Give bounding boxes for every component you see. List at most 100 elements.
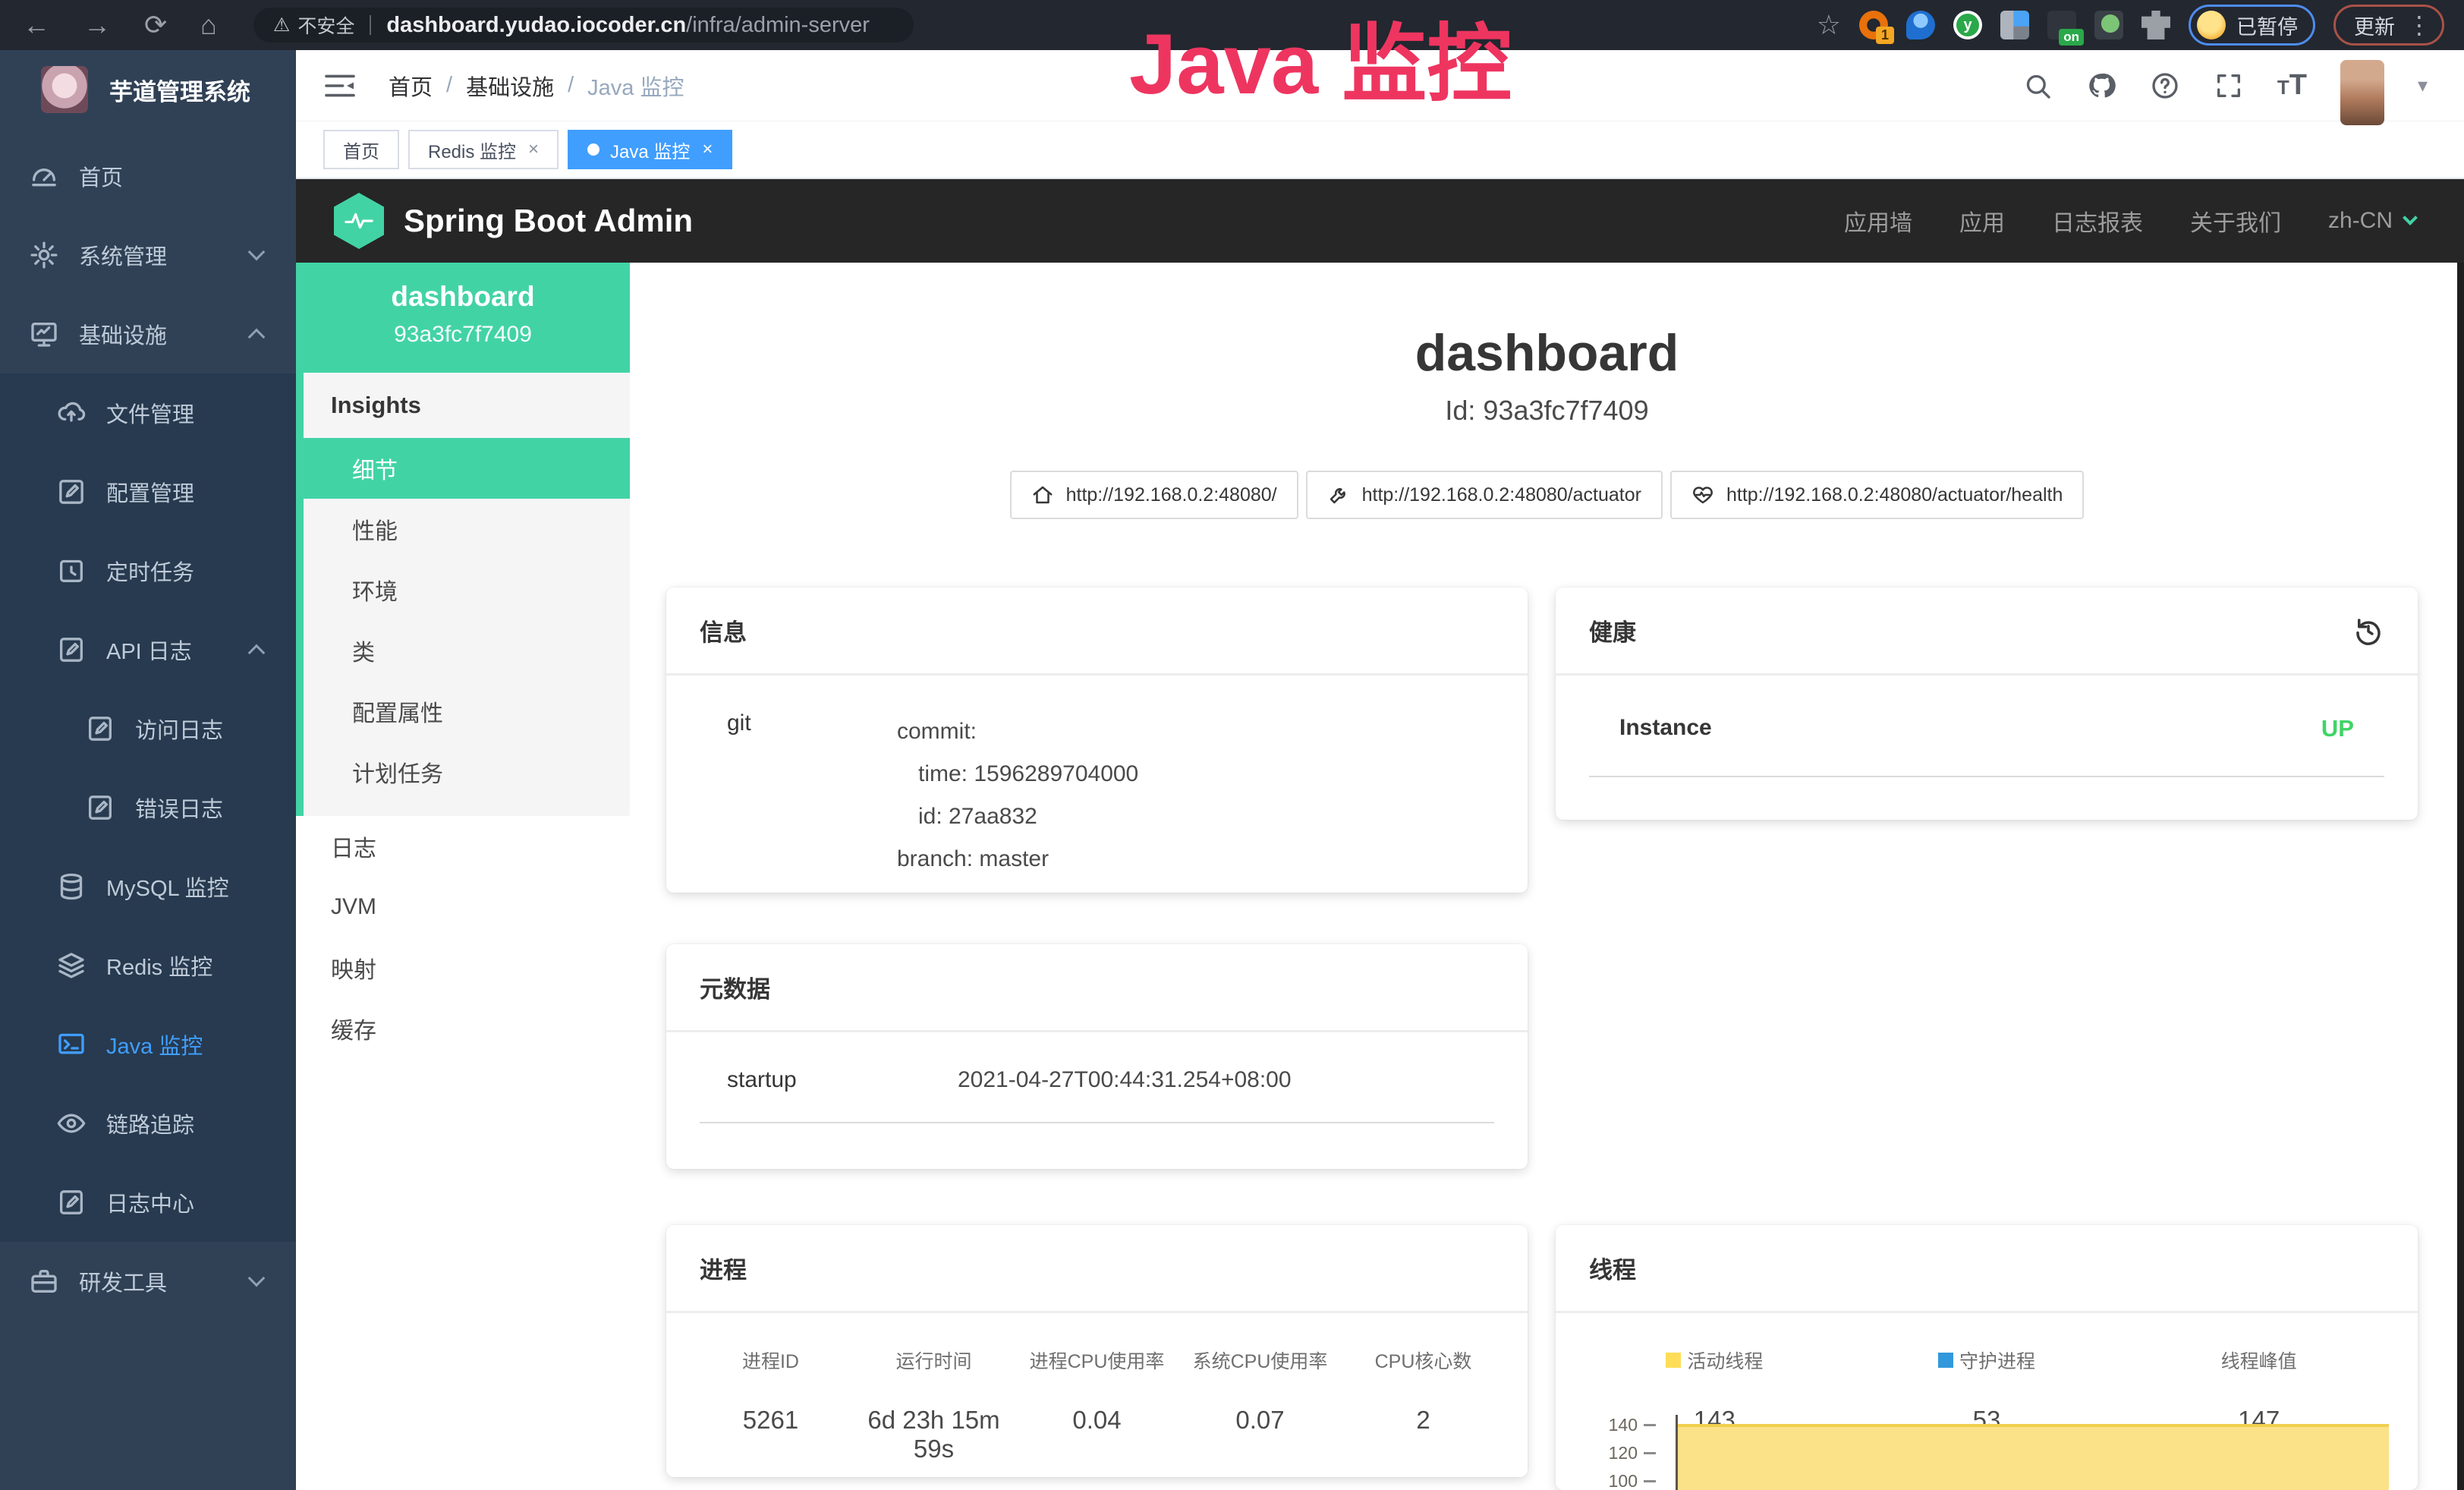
app-logo xyxy=(41,66,88,113)
tab-home[interactable]: 首页 xyxy=(323,130,399,169)
sidebar-collapse-icon[interactable] xyxy=(323,72,357,99)
sidebar-item-label: 定时任务 xyxy=(106,555,194,587)
log-edit-icon xyxy=(85,713,115,744)
sidebar-item-home[interactable]: 首页 xyxy=(0,137,296,216)
breadcrumb-home[interactable]: 首页 xyxy=(389,70,433,102)
menu-item-environment[interactable]: 环境 xyxy=(304,559,630,620)
service-url-link[interactable]: http://192.168.0.2:48080/ xyxy=(1010,471,1298,519)
sidebar-item-error-logs[interactable]: 错误日志 xyxy=(0,768,296,847)
address-bar[interactable]: ⚠ 不安全 dashboard.yudao.iocoder.cn /infra/… xyxy=(253,8,914,43)
link-label: http://192.168.0.2:48080/actuator/health xyxy=(1726,484,2063,506)
sidebar-item-config-management[interactable]: 配置管理 xyxy=(0,452,296,531)
menu-item-scheduled-tasks[interactable]: 计划任务 xyxy=(304,742,630,802)
menu-item-jvm[interactable]: JVM xyxy=(296,877,630,937)
menu-item-classes[interactable]: 类 xyxy=(304,620,630,681)
search-icon[interactable] xyxy=(2022,71,2053,101)
page-title: dashboard xyxy=(630,323,2464,383)
sidebar-item-scheduled-tasks[interactable]: 定时任务 xyxy=(0,531,296,610)
forward-icon[interactable]: → xyxy=(83,11,111,39)
history-icon[interactable] xyxy=(2352,615,2384,647)
sidebar-item-java-monitor[interactable]: Java 监控 xyxy=(0,1005,296,1084)
sidebar-item-log-center[interactable]: 日志中心 xyxy=(0,1163,296,1242)
paused-indicator[interactable]: 已暂停 xyxy=(2189,5,2315,46)
column-header: 进程CPU使用率 xyxy=(1015,1347,1179,1374)
nav-application-wall[interactable]: 应用墙 xyxy=(1844,204,1912,238)
extension-icon-leaf[interactable] xyxy=(2094,11,2123,39)
card-title: 元数据 xyxy=(700,970,770,1004)
sidebar-item-api-logs[interactable]: API 日志 xyxy=(0,610,296,689)
health-row-instance: Instance UP xyxy=(1589,676,2384,777)
font-size-icon[interactable]: TT xyxy=(2277,69,2307,102)
nav-journal[interactable]: 日志报表 xyxy=(2052,204,2143,238)
tab-label: Redis 监控 xyxy=(428,137,516,163)
help-icon[interactable] xyxy=(2150,71,2180,101)
sidebar-item-system[interactable]: 系统管理 xyxy=(0,216,296,295)
bookmark-star-icon[interactable]: ☆ xyxy=(1817,9,1841,41)
chrome-update-button[interactable]: 更新 ⋮ xyxy=(2333,5,2444,46)
menu-item-metrics[interactable]: 性能 xyxy=(304,499,630,559)
extension-icon-pin[interactable] xyxy=(1906,11,1935,39)
reload-icon[interactable]: ⟳ xyxy=(144,11,167,39)
sidebar-item-tracing[interactable]: 链路追踪 xyxy=(0,1084,296,1163)
live-threads-area-series xyxy=(1678,1424,2389,1490)
close-icon[interactable]: × xyxy=(528,139,539,160)
sidebar-item-redis-monitor[interactable]: Redis 监控 xyxy=(0,926,296,1005)
instance-header[interactable]: dashboard 93a3fc7f7409 xyxy=(296,263,630,373)
nav-applications[interactable]: 应用 xyxy=(1959,204,2005,238)
sidebar-item-mysql-monitor[interactable]: MySQL 监控 xyxy=(0,847,296,926)
log-edit-icon xyxy=(56,635,87,665)
font-size-small-glyph: T xyxy=(2277,76,2289,99)
spring-boot-admin-title[interactable]: Spring Boot Admin xyxy=(404,203,693,239)
extension-icon-green-circle[interactable]: y xyxy=(1953,11,1982,39)
breadcrumb-infrastructure[interactable]: 基础设施 xyxy=(466,70,554,102)
health-url-link[interactable]: http://192.168.0.2:48080/actuator/health xyxy=(1670,471,2084,519)
home-icon xyxy=(1031,484,1054,506)
menu-item-caches[interactable]: 缓存 xyxy=(296,998,630,1059)
menu-item-logs[interactable]: 日志 xyxy=(296,816,630,877)
menu-item-details[interactable]: 细节 xyxy=(304,438,630,499)
sidebar-item-file-management[interactable]: 文件管理 xyxy=(0,373,296,452)
sidebar-item-access-logs[interactable]: 访问日志 xyxy=(0,689,296,768)
extension-icon-switch[interactable]: on xyxy=(2047,11,2076,39)
url-path: /infra/admin-server xyxy=(686,13,870,38)
sidebar-item-label: 错误日志 xyxy=(135,792,223,824)
breadcrumb-separator: / xyxy=(446,73,452,98)
sidebar-item-label: 配置管理 xyxy=(106,476,194,508)
url-host: dashboard.yudao.iocoder.cn xyxy=(386,13,686,38)
nav-about[interactable]: 关于我们 xyxy=(2190,204,2281,238)
back-icon[interactable]: ← xyxy=(23,11,50,39)
tab-java-monitor[interactable]: Java 监控 × xyxy=(568,130,732,169)
fullscreen-icon[interactable] xyxy=(2214,71,2244,101)
close-icon[interactable]: × xyxy=(702,139,713,160)
card-threads: 线程 活动线程 143 守护进程 53 线程峰值 147 xyxy=(1556,1225,2418,1490)
instance-name: dashboard xyxy=(296,281,630,313)
column-header: 运行时间 xyxy=(852,1347,1015,1374)
user-avatar[interactable] xyxy=(2340,60,2384,125)
locale-selector[interactable]: zh-CN xyxy=(2328,208,2415,234)
instance-details-panel: dashboard Id: 93a3fc7f7409 http://192.16… xyxy=(630,263,2464,1490)
github-icon[interactable] xyxy=(2086,71,2116,101)
breadcrumb: 首页 / 基础设施 / Java 监控 xyxy=(389,70,684,102)
sidebar-item-label: 基础设施 xyxy=(79,318,167,350)
page-scrollbar[interactable] xyxy=(2457,263,2464,1490)
not-secure-warning[interactable]: ⚠ 不安全 xyxy=(273,11,354,39)
actuator-url-link[interactable]: http://192.168.0.2:48080/actuator xyxy=(1306,471,1663,519)
tab-redis-monitor[interactable]: Redis 监控 × xyxy=(408,130,559,169)
tab-label: Java 监控 xyxy=(610,137,690,163)
extension-icon-grid[interactable] xyxy=(2000,11,2029,39)
sba-content: dashboard 93a3fc7f7409 Insights 细节 性能 环境… xyxy=(296,263,2464,1490)
extension-icon-orange[interactable]: 1 xyxy=(1859,11,1888,39)
metadata-row-startup: startup 2021-04-27T00:44:31.254+08:00 xyxy=(700,1032,1494,1123)
instance-sidebar: dashboard 93a3fc7f7409 Insights 细节 性能 环境… xyxy=(296,263,630,1490)
sidebar-item-dev-tools[interactable]: 研发工具 xyxy=(0,1242,296,1321)
home-icon[interactable]: ⌂ xyxy=(200,11,217,39)
avatar-caret-icon[interactable]: ▾ xyxy=(2418,74,2428,97)
menu-item-mappings[interactable]: 映射 xyxy=(296,937,630,998)
menu-item-config-props[interactable]: 配置属性 xyxy=(304,681,630,742)
database-icon xyxy=(56,871,87,902)
extensions-puzzle-icon[interactable] xyxy=(2141,11,2170,39)
chevron-up-icon xyxy=(248,329,266,346)
sidebar-item-infrastructure[interactable]: 基础设施 xyxy=(0,295,296,373)
browser-menu-icon[interactable]: ⋮ xyxy=(2407,11,2431,39)
sidebar-menu: 首页 系统管理 基础设施 文件管理 配置管理 xyxy=(0,129,296,1321)
